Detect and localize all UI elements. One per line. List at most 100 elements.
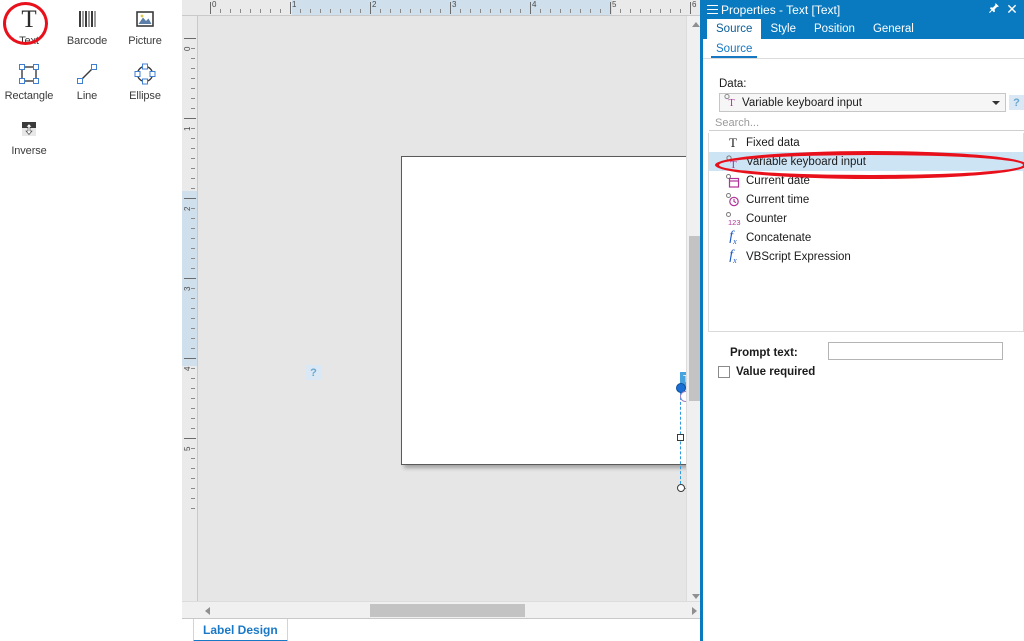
list-item-vbscript-expression[interactable]: fx VBScript Expression [709,247,1023,266]
source-type-list[interactable]: T Fixed data T Variable keyboard input C… [708,133,1024,332]
label-page[interactable]: ?????? Text [401,156,686,492]
subtab-source[interactable]: Source [711,43,758,58]
help-icon[interactable]: ? [1009,95,1024,110]
ruler-number: 0 [212,0,217,9]
chevron-down-icon[interactable] [987,100,1005,105]
ruler-tick [350,9,351,13]
list-item-concatenate[interactable]: fx Concatenate [709,228,1023,247]
ruler-tick [510,9,511,13]
ruler-tick [191,498,195,499]
tab-label-design[interactable]: Label Design [193,619,288,641]
label-canvas[interactable]: ?????? Text [199,17,686,605]
ruler-tick [420,9,421,13]
scroll-left-icon[interactable] [199,602,216,619]
horizontal-scroll-thumb[interactable] [370,604,525,617]
pin-icon[interactable] [985,2,1003,17]
canvas-horizontal-scrollbar[interactable] [182,601,703,618]
list-item-label: Variable keyboard input [746,155,866,168]
barcode-tool-icon [72,4,102,34]
tab-general[interactable]: General [864,19,923,39]
value-required-checkbox[interactable] [718,366,730,378]
ruler-tick [280,9,281,13]
function-icon: fx [729,229,737,246]
tab-style[interactable]: Style [761,19,805,39]
tool-line[interactable]: Line [58,55,116,110]
list-item-variable-keyboard-input[interactable]: T Variable keyboard input [709,152,1023,171]
ruler-tick [560,9,561,13]
ruler-tick [191,368,195,369]
prompt-text-input[interactable] [828,342,1003,360]
hamburger-icon[interactable] [703,8,721,11]
ruler-tick [191,88,195,89]
vertical-ruler[interactable]: 012345 [182,16,198,605]
properties-subtab-bar: Source [703,39,1024,58]
list-item-label: VBScript Expression [746,250,851,263]
ruler-tick [184,198,196,199]
horizontal-ruler[interactable]: 0 1 2 3 4 5 6 [182,0,703,16]
resize-handle-middle-left[interactable] [677,434,684,441]
counter-icon: 123 [723,211,743,226]
design-area: 0123456 012345 ?????? Text [182,0,703,641]
search-input[interactable]: Search... [709,116,1024,131]
value-required-label: Value required [736,366,816,378]
ruler-tick [191,318,195,319]
list-item-fixed-data[interactable]: T Fixed data [709,133,1023,152]
ruler-tick [191,248,195,249]
tool-label: Ellipse [129,90,161,102]
tool-text[interactable]: T Text [0,0,58,55]
document-tab-strip: Label Design [182,618,703,641]
tool-picture[interactable]: Picture [116,0,174,55]
variable-text-icon: T [723,154,743,169]
ruler-tick [590,9,591,13]
ruler-tick [191,508,195,509]
ruler-tick [340,9,341,13]
tool-label: Picture [128,35,162,47]
ruler-tick [290,2,291,14]
ruler-tick [191,478,195,479]
tool-inverse[interactable]: Inverse [0,110,58,165]
ruler-tick [184,358,196,359]
close-icon[interactable]: ✕ [1003,1,1021,18]
ruler-tick [184,118,196,119]
ruler-number: 3 [452,0,457,9]
ruler-tick [184,38,196,39]
ruler-tick [310,9,311,13]
data-source-value: Variable keyboard input [742,96,862,109]
ruler-tick [300,9,301,13]
help-icon[interactable]: ? [306,365,321,380]
ruler-tick [490,9,491,13]
ruler-number: 2 [372,0,377,9]
tool-rectangle[interactable]: Rectangle [0,55,58,110]
ruler-tick [530,2,531,14]
properties-tab-bar: Source Style Position General [703,19,1024,39]
list-item-label: Current date [746,174,810,187]
ruler-tick [600,9,601,13]
function-icon: fx [729,248,737,265]
ruler-tick [191,218,195,219]
tool-grid: T Text Barcode Picture Rectangle Line El… [0,0,182,165]
list-item-label: Current time [746,193,810,206]
ruler-tick [380,9,381,13]
tab-position[interactable]: Position [805,19,864,39]
ruler-tick [191,338,195,339]
ruler-tick [610,2,611,14]
value-required-checkbox-row[interactable]: Value required [718,366,815,378]
list-item-counter[interactable]: 123 Counter [709,209,1023,228]
list-item-current-time[interactable]: Current time [709,190,1023,209]
tool-ellipse[interactable]: Ellipse [116,55,174,110]
tool-barcode[interactable]: Barcode [58,0,116,55]
tool-label: Text [19,35,39,47]
list-item-current-date[interactable]: Current date [709,171,1023,190]
svg-text:T: T [730,159,737,169]
ruler-tick [580,9,581,13]
tab-source[interactable]: Source [707,19,762,39]
ruler-tick [191,108,195,109]
ruler-tick [191,48,195,49]
ruler-number: 5 [612,0,617,9]
tool-label: Barcode [66,35,108,47]
data-source-dropdown[interactable]: T Variable keyboard input [719,93,1006,112]
ruler-tick [191,398,195,399]
ruler-tick [191,408,195,409]
ruler-tick [220,9,221,13]
resize-handle-bottom-left[interactable] [677,484,685,492]
